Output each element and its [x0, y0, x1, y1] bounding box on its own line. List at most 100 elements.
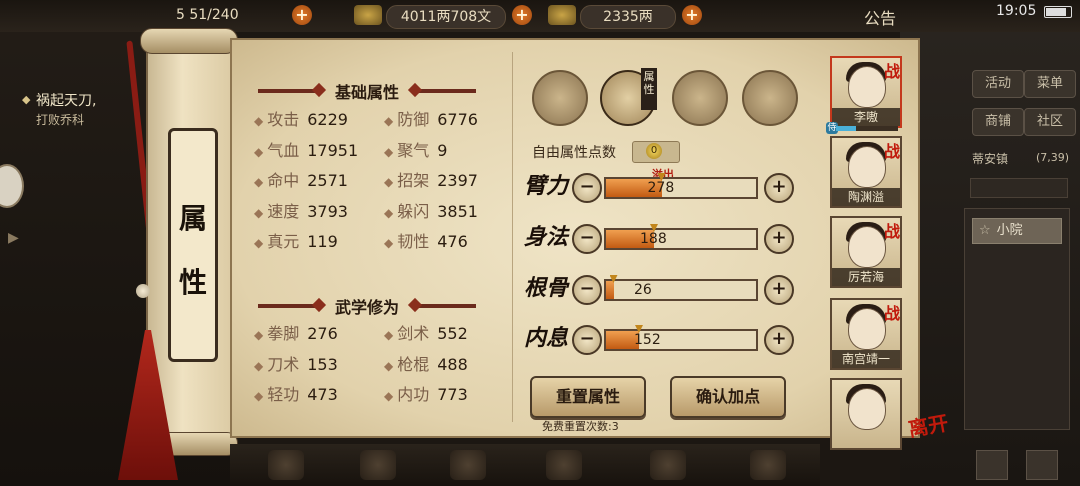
character-portrait: [848, 226, 886, 268]
stat-item: ◆ 躲闪 3851: [384, 201, 478, 223]
bagua-icon[interactable]: [672, 70, 728, 126]
scroll-label-text: 属 性: [171, 187, 215, 315]
attribute-value: 188: [640, 231, 667, 247]
plus-button[interactable]: +: [764, 173, 794, 203]
stat-label: 真元: [267, 232, 300, 251]
martial-title: 武学修为: [334, 298, 399, 317]
reset-count-note: 免费重置次数:3: [542, 420, 619, 433]
character-xp-bar: [836, 126, 898, 131]
stat-label: 躲闪: [397, 201, 430, 221]
character-name: 南宫靖一: [832, 350, 900, 368]
character-portrait: [848, 388, 886, 430]
attribute-bar: 188: [604, 224, 758, 250]
character-card[interactable]: [830, 378, 902, 450]
reset-attributes-button[interactable]: 重置属性: [530, 376, 646, 418]
diamond-icon: ◆: [254, 175, 264, 189]
character-portrait: [848, 66, 886, 108]
stat-label: 防御: [397, 110, 430, 129]
diamond-icon: ◆: [254, 358, 264, 373]
attribute-name: 臂力: [524, 173, 569, 199]
attribute-value: 152: [634, 332, 661, 348]
diamond-icon: ◆: [384, 389, 394, 403]
stat-value: 552: [437, 324, 468, 343]
bottom-menu: [230, 444, 820, 486]
bottom-square-button[interactable]: [976, 450, 1008, 480]
stat-value: 17951: [307, 140, 359, 160]
silver-plus-button[interactable]: +: [512, 5, 532, 25]
body-icon[interactable]: [742, 70, 798, 126]
ornament-right: [414, 304, 476, 308]
stat-value: 3851: [437, 201, 478, 221]
community-button[interactable]: 社区: [1024, 108, 1076, 136]
scroll-label-bottom: 性: [178, 266, 207, 299]
character-portrait: [848, 146, 886, 188]
attribute-name: 内息: [524, 325, 569, 351]
clock: 19:05: [996, 3, 1037, 19]
stat-label: 内功: [397, 385, 430, 404]
diamond-icon: ◆: [254, 236, 264, 250]
stat-value: 473: [307, 385, 338, 404]
attribute-value: 278: [647, 180, 675, 196]
attribute-bar: 278: [604, 173, 758, 199]
stat-item: ◆ 命中 2571: [254, 170, 348, 192]
minus-button[interactable]: −: [572, 173, 602, 203]
scroll-label: 属 性: [168, 128, 218, 362]
menu-icon[interactable]: [450, 450, 486, 480]
capacity-plus-button[interactable]: +: [292, 5, 312, 25]
menu-icon[interactable]: [650, 450, 686, 480]
attribute-value: 26: [634, 282, 652, 298]
room-item[interactable]: ☆ 小院: [972, 218, 1062, 244]
character-portrait: [848, 308, 886, 350]
activity-button[interactable]: 活动: [972, 70, 1024, 98]
diamond-icon: ◆: [254, 114, 264, 128]
tab-attributes-label[interactable]: 属性: [641, 68, 657, 110]
notice-button[interactable]: 公告: [864, 5, 896, 29]
minus-button[interactable]: −: [572, 325, 602, 355]
stat-label: 轻功: [267, 385, 300, 404]
stat-label: 招架: [397, 171, 430, 190]
stat-value: 6229: [307, 110, 348, 129]
plus-button[interactable]: +: [764, 275, 794, 305]
stat-value: 773: [437, 385, 468, 404]
stat-item: ◆ 剑术 552: [384, 323, 468, 345]
gold-plus-button[interactable]: +: [682, 5, 702, 25]
expand-arrow-icon[interactable]: ▶: [8, 230, 19, 246]
attribute-name: 根骨: [524, 275, 569, 301]
plus-button[interactable]: +: [764, 325, 794, 355]
stat-item: ◆ 气血 17951: [254, 140, 358, 162]
hat-icon[interactable]: [532, 70, 588, 126]
menu-icon[interactable]: [360, 450, 396, 480]
stat-item: ◆ 轻功 473: [254, 384, 338, 406]
diamond-icon: ◆: [384, 114, 394, 128]
scroll-label-top: 属: [178, 202, 207, 235]
confirm-points-button[interactable]: 确认加点: [670, 376, 786, 418]
menu-button[interactable]: 菜单: [1024, 70, 1076, 98]
tassel-bead: [136, 284, 150, 298]
minus-button[interactable]: −: [572, 224, 602, 254]
battle-badge: 战: [884, 304, 901, 323]
base-attributes-title: 基础属性: [334, 83, 399, 102]
menu-icon[interactable]: [268, 450, 304, 480]
stat-label: 韧性: [397, 232, 430, 251]
diamond-icon: ◆: [384, 236, 394, 250]
menu-icon[interactable]: [750, 450, 786, 480]
stat-value: 276: [307, 324, 338, 343]
ornament-right: [414, 89, 476, 93]
bottom-square-button[interactable]: [1026, 450, 1058, 480]
quest-subtitle[interactable]: 打败乔科: [36, 111, 84, 128]
diamond-icon: ◆: [254, 205, 264, 220]
quest-title[interactable]: 祸起天刀,: [36, 90, 96, 110]
stat-value: 488: [437, 354, 468, 374]
shop-button[interactable]: 商铺: [972, 108, 1024, 136]
stat-item: ◆ 聚气 9: [384, 140, 447, 162]
stat-value: 6776: [437, 110, 478, 129]
diamond-icon: ◆: [384, 205, 394, 220]
stat-item: ◆ 内功 773: [384, 384, 468, 406]
plus-button[interactable]: +: [764, 224, 794, 254]
minus-button[interactable]: −: [572, 275, 602, 305]
menu-icon[interactable]: [546, 450, 582, 480]
stat-label: 攻击: [267, 110, 300, 129]
free-points-value: 0: [646, 143, 662, 159]
scroll-rod-top: [140, 28, 238, 54]
stat-label: 速度: [267, 201, 300, 221]
